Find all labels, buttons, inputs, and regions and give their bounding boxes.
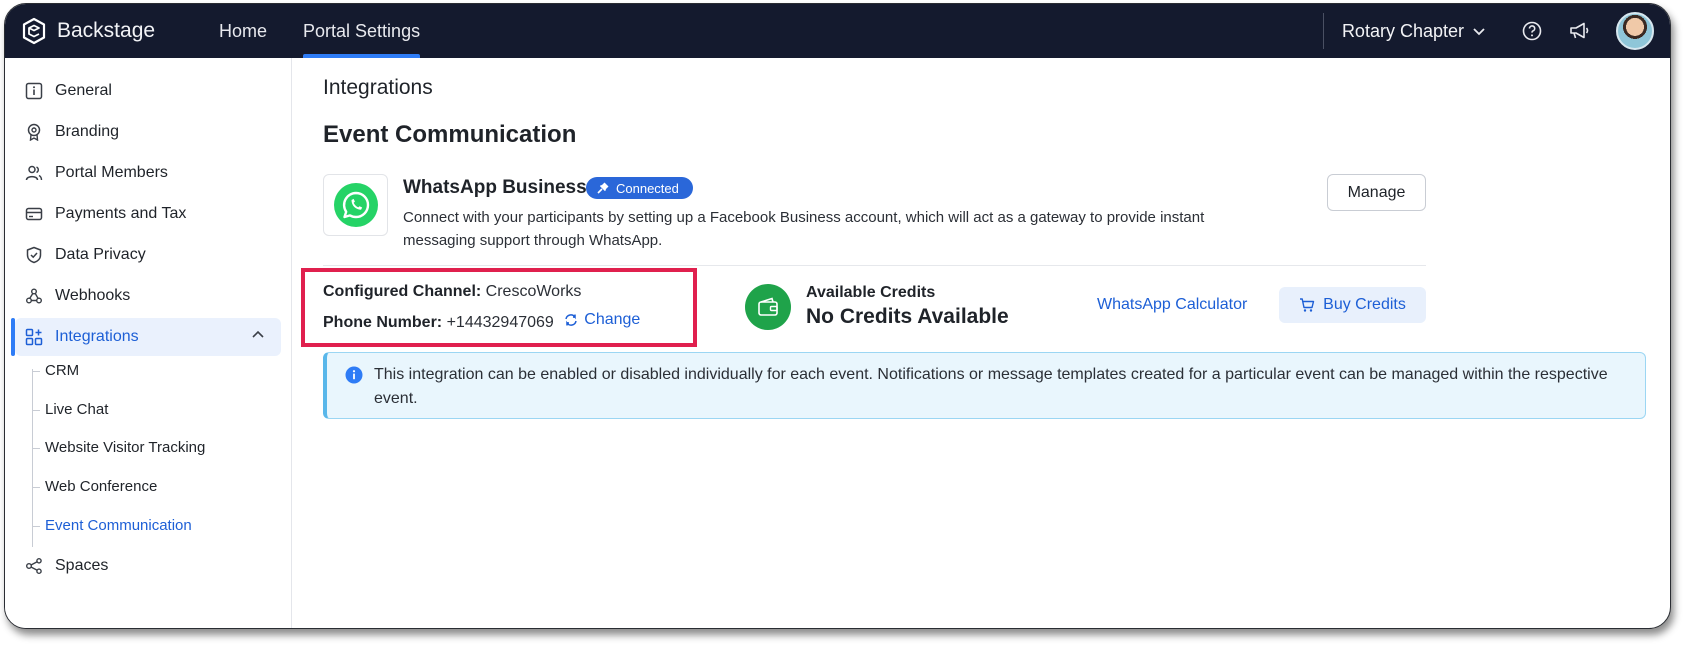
top-nav: Home Portal Settings bbox=[201, 4, 438, 58]
shield-icon bbox=[25, 246, 43, 264]
main-content: Integrations Event Communication WhatsAp… bbox=[293, 58, 1670, 628]
sidebar-item-data-privacy[interactable]: Data Privacy bbox=[15, 236, 281, 274]
manage-button[interactable]: Manage bbox=[1327, 174, 1426, 211]
app-window: Backstage Home Portal Settings Rotary Ch… bbox=[4, 3, 1671, 629]
chevron-up-icon[interactable] bbox=[251, 330, 265, 340]
sidebar-item-label: Spaces bbox=[55, 557, 109, 574]
integration-name: WhatsApp Business bbox=[403, 177, 587, 198]
sidebar-item-branding[interactable]: Branding bbox=[15, 113, 281, 151]
buy-credits-button[interactable]: Buy Credits bbox=[1279, 287, 1426, 323]
configured-channel-value: CrescoWorks bbox=[485, 283, 582, 300]
org-switcher[interactable]: Rotary Chapter bbox=[1342, 21, 1486, 42]
sidebar: General Branding Portal Members Payments… bbox=[5, 58, 292, 628]
page-title: Integrations bbox=[323, 76, 433, 99]
refresh-icon bbox=[564, 313, 578, 327]
integrations-icon bbox=[25, 328, 43, 346]
submenu-guide-line bbox=[32, 369, 33, 547]
credits-value: No Credits Available bbox=[806, 305, 1009, 328]
badge-icon bbox=[25, 123, 43, 141]
webhook-icon bbox=[25, 287, 43, 305]
sidebar-item-label: Data Privacy bbox=[55, 246, 146, 263]
megaphone-icon[interactable] bbox=[1568, 21, 1590, 41]
info-banner: This integration can be enabled or disab… bbox=[323, 352, 1646, 419]
sidebar-item-label: Webhooks bbox=[55, 287, 131, 304]
status-badge-label: Connected bbox=[616, 180, 679, 196]
sidebar-item-label: Payments and Tax bbox=[55, 205, 187, 222]
integration-description: Connect with your participants by settin… bbox=[403, 209, 1205, 249]
sidebar-item-spaces[interactable]: Spaces bbox=[15, 547, 281, 585]
backstage-logo-icon bbox=[21, 17, 47, 45]
plug-icon bbox=[596, 181, 610, 195]
change-link[interactable]: Change bbox=[564, 311, 640, 329]
sidebar-item-label: Branding bbox=[55, 123, 120, 140]
sidebar-item-webhooks[interactable]: Webhooks bbox=[15, 277, 281, 315]
sidebar-item-label: General bbox=[55, 82, 112, 99]
highlight-box bbox=[301, 268, 697, 347]
configured-channel-label: Configured Channel: bbox=[323, 283, 482, 300]
wallet-icon bbox=[745, 284, 791, 330]
sidebar-subitem-crm[interactable]: CRM bbox=[31, 356, 79, 386]
section-title: Event Communication bbox=[323, 121, 577, 148]
sidebar-item-integrations[interactable]: Integrations bbox=[11, 318, 281, 356]
help-icon[interactable] bbox=[1522, 21, 1542, 41]
phone-number-label: Phone Number: bbox=[323, 314, 443, 331]
sidebar-subitem-live-chat[interactable]: Live Chat bbox=[31, 395, 108, 425]
brand[interactable]: Backstage bbox=[21, 17, 155, 45]
cart-icon bbox=[1299, 297, 1315, 313]
sidebar-item-label: Portal Members bbox=[55, 164, 168, 181]
divider bbox=[323, 265, 1426, 266]
info-icon bbox=[345, 366, 363, 384]
sidebar-subitem-event-communication[interactable]: Event Communication bbox=[32, 511, 192, 541]
members-icon bbox=[25, 164, 43, 182]
sidebar-subitem-web-conference[interactable]: Web Conference bbox=[31, 472, 157, 502]
nav-portal-settings[interactable]: Portal Settings bbox=[285, 4, 438, 58]
sidebar-item-general[interactable]: General bbox=[15, 72, 281, 110]
app-name: Backstage bbox=[57, 19, 156, 42]
avatar[interactable] bbox=[1616, 12, 1654, 50]
sidebar-subitem-website-visitor-tracking[interactable]: Website Visitor Tracking bbox=[31, 433, 205, 463]
credits-label: Available Credits bbox=[806, 284, 936, 301]
change-label: Change bbox=[584, 311, 641, 328]
sidebar-item-payments-and-tax[interactable]: Payments and Tax bbox=[15, 195, 281, 233]
chevron-down-icon bbox=[1472, 26, 1486, 36]
sidebar-item-portal-members[interactable]: Portal Members bbox=[15, 154, 281, 192]
info-banner-text: This integration can be enabled or disab… bbox=[374, 366, 1608, 407]
whatsapp-calculator-link[interactable]: WhatsApp Calculator bbox=[1097, 296, 1247, 314]
whatsapp-icon bbox=[333, 182, 379, 228]
spaces-icon bbox=[25, 557, 43, 575]
top-bar: Backstage Home Portal Settings Rotary Ch… bbox=[5, 4, 1670, 58]
header-divider bbox=[1322, 13, 1324, 49]
nav-home[interactable]: Home bbox=[201, 4, 285, 58]
status-badge: Connected bbox=[586, 177, 693, 199]
card-icon bbox=[25, 205, 43, 223]
whatsapp-logo bbox=[323, 174, 388, 236]
configured-channel-row: Configured Channel: CrescoWorks bbox=[323, 283, 581, 301]
org-name: Rotary Chapter bbox=[1341, 20, 1464, 41]
info-square-icon bbox=[25, 82, 43, 100]
sidebar-item-label: Integrations bbox=[55, 328, 139, 345]
phone-number-value: +14432947069 bbox=[446, 314, 554, 331]
top-right-controls: Rotary Chapter bbox=[1322, 4, 1654, 58]
phone-number-row: Phone Number: +14432947069 Change bbox=[323, 311, 640, 332]
buy-credits-label: Buy Credits bbox=[1323, 296, 1406, 313]
